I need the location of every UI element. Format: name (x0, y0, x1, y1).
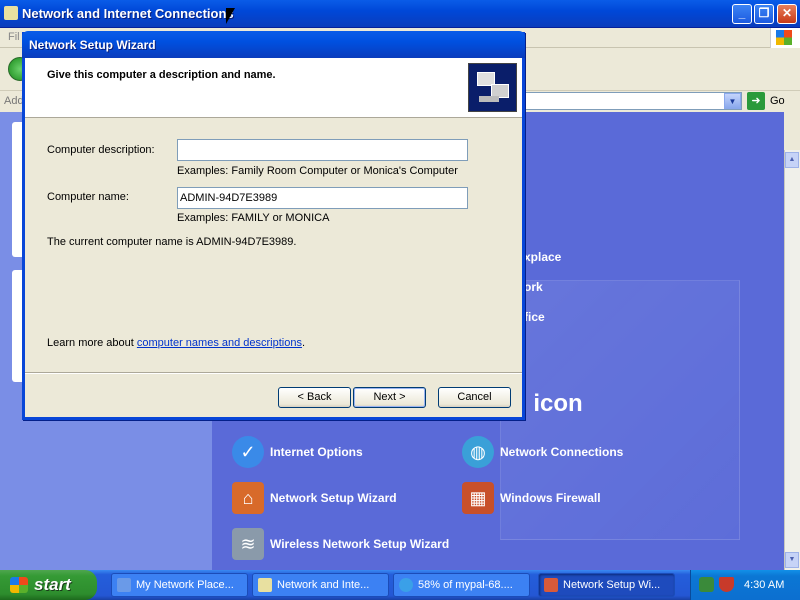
explorer-title-bar[interactable]: Network and Internet Connections _ ❐ ✕ (0, 0, 800, 28)
wizard-title-bar[interactable]: Network Setup Wizard (22, 31, 525, 58)
my-network-places-icon (117, 578, 131, 592)
chevron-down-icon[interactable]: ▼ (724, 93, 741, 109)
control-panel-item[interactable]: ⌂ Network Setup Wizard (232, 481, 397, 515)
windows-logo-icon (770, 28, 800, 48)
minimize-button[interactable]: _ (732, 4, 752, 24)
wizard-header: Give this computer a description and nam… (25, 58, 522, 118)
explorer-title: Network and Internet Connections (22, 6, 234, 21)
clock[interactable]: 4:30 AM (744, 579, 784, 591)
control-panel-item[interactable]: ≋ Wireless Network Setup Wizard (232, 527, 449, 561)
control-panel-item-label: Internet Options (270, 445, 363, 459)
wizard-title: Network Setup Wizard (29, 38, 156, 52)
scroll-down-icon[interactable]: ▼ (785, 552, 799, 568)
task-pane-box (12, 270, 22, 382)
network-setup-wizard-icon: ⌂ (232, 482, 264, 514)
network-connections-icon: ◍ (462, 436, 494, 468)
partial-link[interactable]: xplace (524, 250, 561, 264)
taskbar-button-label: Network and Inte... (277, 579, 370, 591)
back-button[interactable]: < Back (278, 387, 351, 408)
control-panel-item-label: Network Setup Wizard (270, 491, 397, 505)
taskbar-button-label: My Network Place... (136, 579, 234, 591)
control-panel-item-label: Network Connections (500, 445, 624, 459)
go-arrow-icon[interactable]: ➜ (747, 92, 765, 110)
computer-names-link[interactable]: computer names and descriptions (137, 337, 302, 349)
control-panel-item-label: Wireless Network Setup Wizard (270, 537, 450, 551)
wizard-header-text: Give this computer a description and nam… (47, 69, 276, 81)
network-computers-icon (468, 63, 517, 112)
security-shield-icon[interactable] (719, 577, 734, 592)
control-panel-item[interactable]: ▦ Windows Firewall (462, 481, 601, 515)
pick-icon-heading: l icon (520, 390, 583, 417)
menu-file[interactable]: Fil (8, 31, 20, 43)
computer-description-input[interactable] (177, 139, 468, 161)
taskbar-button[interactable]: My Network Place... (111, 573, 248, 597)
folder-icon (4, 6, 18, 20)
download-progress-icon (399, 578, 413, 592)
control-panel-item-label: Windows Firewall (500, 491, 601, 505)
go-button[interactable]: Go (770, 95, 785, 107)
mouse-cursor-icon (226, 8, 235, 24)
taskbar-button[interactable]: 58% of mypal-68.... (393, 573, 530, 597)
network-setup-wizard-icon (544, 578, 558, 592)
vertical-scrollbar[interactable] (784, 150, 800, 570)
next-button[interactable]: Next > (353, 387, 426, 408)
control-panel-item[interactable]: ✓ Internet Options (232, 435, 363, 469)
network-status-icon[interactable] (699, 577, 714, 592)
computer-name-input[interactable] (177, 187, 468, 209)
learn-more-prefix: Learn more about (47, 337, 137, 349)
wizard-separator (25, 372, 522, 374)
control-panel-icon (258, 578, 272, 592)
address-label: Add (4, 95, 24, 107)
windows-logo-icon (10, 577, 28, 593)
taskbar-button-label: 58% of mypal-68.... (418, 579, 513, 591)
cancel-button[interactable]: Cancel (438, 387, 511, 408)
taskbar-button-label: Network Setup Wi... (563, 579, 661, 591)
windows-firewall-icon: ▦ (462, 482, 494, 514)
partial-link[interactable]: ork (524, 280, 543, 294)
current-name-text: The current computer name is ADMIN-94D7E… (47, 236, 297, 248)
partial-link[interactable]: fice (524, 310, 545, 324)
control-panel-item[interactable]: ◍ Network Connections (462, 435, 623, 469)
name-hint: Examples: FAMILY or MONICA (177, 212, 330, 224)
learn-more-text: Learn more about computer names and desc… (47, 337, 305, 349)
taskbar-button[interactable]: Network Setup Wi... (538, 573, 675, 597)
close-button[interactable]: ✕ (777, 4, 797, 24)
maximize-button[interactable]: ❐ (754, 4, 774, 24)
computer-description-label: Computer description: (47, 144, 155, 156)
scroll-up-icon[interactable]: ▲ (785, 152, 799, 168)
internet-options-icon: ✓ (232, 436, 264, 468)
computer-name-label: Computer name: (47, 191, 129, 203)
task-pane-box (12, 122, 22, 257)
taskbar-button[interactable]: Network and Inte... (252, 573, 389, 597)
learn-more-suffix: . (301, 337, 306, 349)
address-input[interactable] (520, 92, 742, 110)
wireless-network-setup-wizard-icon: ≋ (232, 528, 264, 560)
description-hint: Examples: Family Room Computer or Monica… (177, 165, 458, 177)
